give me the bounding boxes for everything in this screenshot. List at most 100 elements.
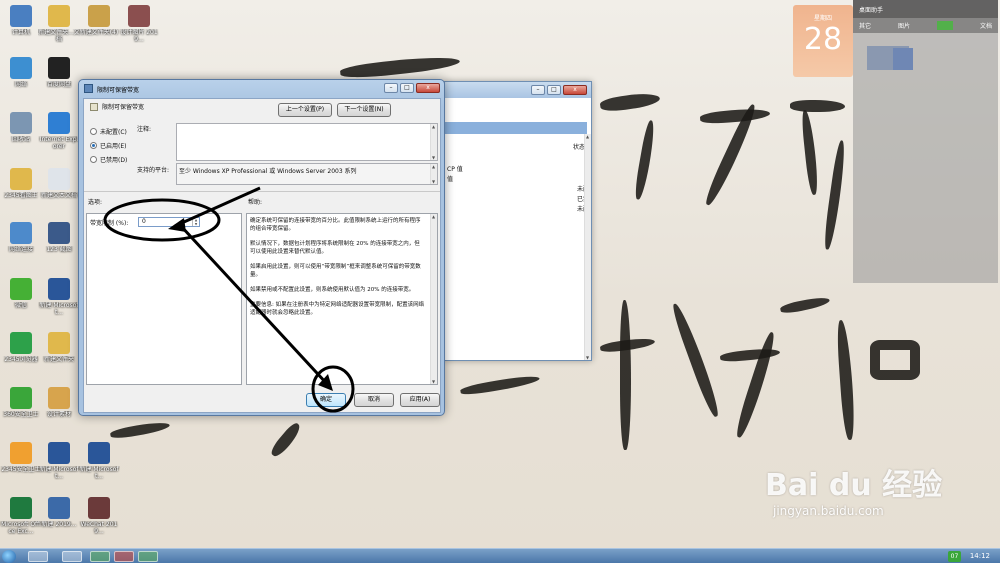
image-icon	[48, 222, 70, 244]
minimize-button[interactable]: –	[384, 83, 398, 93]
policy-icon	[84, 84, 93, 93]
background-window[interactable]: – □ x 状态 CP 值 值 未配 已禁 未配	[444, 81, 592, 361]
baidu-watermark: Bai du 经验 jingyan.baidu.com	[765, 460, 955, 540]
supported-platform-value: 至少 Windows XP Professional 或 Windows Ser…	[179, 168, 357, 175]
list-item[interactable]: 未配	[447, 184, 589, 194]
assistant-tab-active[interactable]	[937, 21, 953, 30]
supported-platform-field: 至少 Windows XP Professional 或 Windows Ser…	[176, 163, 438, 185]
desktop-icon[interactable]: 新建 Microsoft...	[38, 442, 80, 480]
minimize-button[interactable]: –	[531, 85, 545, 95]
assistant-tab-images[interactable]: 图片	[898, 21, 910, 30]
ok-button[interactable]: 确定	[306, 393, 346, 407]
radio-not-configured[interactable]: 未配置(C)	[90, 127, 127, 136]
apply-button[interactable]: 应用(A)	[400, 393, 440, 407]
desktop-icon[interactable]: 新建文本文档	[38, 168, 80, 206]
calligraphy-stroke	[870, 340, 920, 380]
maximize-button[interactable]: □	[547, 85, 561, 95]
desktop-icon-label: Microsoft Office Exc...	[1, 521, 41, 535]
list-item[interactable]: CP 值	[447, 164, 589, 174]
radio-circle-selected[interactable]	[90, 142, 97, 149]
desktop-icon[interactable]: WeChat 2019...	[78, 497, 120, 535]
help-paragraph: 如果禁用或不配置此设置，则系统使用默认值为 20% 的连接带宽。	[250, 287, 415, 293]
options-pane: 带宽限制 (%): 0 ▲ ▼	[86, 213, 242, 385]
start-button[interactable]	[2, 550, 16, 563]
folder-icon	[48, 5, 70, 27]
desktop-icon[interactable]: 新建 2019...	[38, 497, 80, 535]
taskbar-app-button[interactable]	[90, 551, 110, 562]
desktop-assistant-panel[interactable]: 桌面助手 其它 图片 文档	[853, 0, 998, 283]
desktop-icon[interactable]: 新建文件夹...文档	[38, 5, 80, 43]
assistant-thumbnail[interactable]	[893, 48, 913, 70]
desktop-icon[interactable]: 计算机	[0, 5, 42, 43]
word-icon	[48, 278, 70, 300]
desktop-icon[interactable]: Internet Explorer	[38, 112, 80, 150]
cancel-button[interactable]: 取消	[354, 393, 394, 407]
previous-setting-button[interactable]: 上一个设置(P)	[278, 103, 332, 117]
calligraphy-stroke	[459, 373, 541, 397]
desktop-icon-label: 2345看图王	[4, 192, 38, 199]
desktop-icon[interactable]: 新建 Microsoft...	[78, 442, 120, 480]
desktop-icon-label: 回收站	[11, 136, 30, 143]
list-item[interactable]: 已禁	[447, 194, 589, 204]
watermark-logo: Bai du 经验	[765, 468, 943, 503]
desktop-icon[interactable]: 设计图片 2019...	[118, 5, 160, 43]
tray-badge[interactable]: 07	[948, 551, 961, 562]
taskbar-app-button[interactable]	[62, 551, 82, 562]
radio-circle[interactable]	[90, 156, 97, 163]
bandwidth-limit-spinner[interactable]: 0 ▲ ▼	[138, 217, 200, 227]
spinner-arrows-icon[interactable]: ▲ ▼	[192, 218, 199, 226]
help-scrollbar[interactable]	[430, 214, 437, 384]
browser-icon	[10, 332, 32, 354]
calendar-day: 28	[803, 22, 843, 57]
calligraphy-stroke	[800, 109, 820, 196]
calendar-widget[interactable]: 星期四 28	[793, 5, 853, 77]
calligraphy-stroke	[733, 330, 779, 440]
desktop-icon[interactable]: 微信	[0, 278, 42, 316]
desktop-icon[interactable]: 网络连接	[0, 222, 42, 260]
radio-disabled[interactable]: 已禁用(D)	[90, 155, 127, 164]
help-paragraph: 如果启用此设置，则可以使用“带宽限制”框来调整系统可保留的带宽数量。	[250, 264, 421, 278]
maximize-button[interactable]: □	[400, 83, 414, 93]
background-window-scrollbar[interactable]	[584, 134, 591, 360]
assistant-tab-docs[interactable]: 文档	[980, 21, 992, 30]
comment-scrollbar[interactable]	[430, 124, 437, 160]
radio-circle[interactable]	[90, 128, 97, 135]
taskbar-app-button[interactable]	[138, 551, 158, 562]
desktop-icon[interactable]: 新建 Microsoft...	[38, 278, 80, 316]
desktop-icon[interactable]: 百度网盘	[38, 57, 80, 95]
desktop-icon[interactable]: 设计素材	[38, 387, 80, 425]
app-icon	[48, 57, 70, 79]
close-button[interactable]: x	[416, 83, 440, 93]
desktop-icon[interactable]: 2345浏览器	[0, 332, 42, 370]
desktop-icon[interactable]: 123 截图	[38, 222, 80, 260]
taskbar-app-button[interactable]	[28, 551, 48, 562]
watermark-url: jingyan.baidu.com	[773, 504, 884, 518]
calligraphy-stroke	[835, 319, 857, 441]
desktop-icon[interactable]: Microsoft Office Exc...	[0, 497, 42, 535]
radio-enabled[interactable]: 已启用(E)	[90, 141, 126, 150]
desktop-icon[interactable]: 新建文件夹(4)	[78, 5, 120, 43]
platform-scrollbar[interactable]	[430, 164, 437, 184]
desktop-icon-label: 2345安全卫士	[1, 466, 41, 473]
desktop-icon[interactable]: 360安全卫士	[0, 387, 42, 425]
desktop-icon[interactable]: 网络	[0, 57, 42, 95]
shield-icon	[10, 387, 32, 409]
comment-field[interactable]	[176, 123, 438, 161]
desktop-icon[interactable]: 新建文件夹	[38, 332, 80, 370]
list-item[interactable]: 值	[447, 174, 589, 184]
assistant-tab-other[interactable]: 其它	[859, 21, 871, 30]
calligraphy-stroke	[699, 106, 771, 126]
next-setting-button[interactable]: 下一个设置(N)	[337, 103, 391, 117]
calligraphy-stroke	[599, 90, 661, 114]
wechat-icon	[10, 278, 32, 300]
desktop-icon[interactable]: 2345看图王	[0, 168, 42, 206]
list-item[interactable]: 未配	[447, 204, 589, 214]
recycle-bin-icon	[10, 112, 32, 134]
taskbar-clock[interactable]: 14:12	[970, 552, 990, 560]
close-button[interactable]: x	[563, 85, 587, 95]
desktop-icon[interactable]: 回收站	[0, 112, 42, 150]
taskbar-app-button[interactable]	[114, 551, 134, 562]
setting-icon	[90, 102, 98, 111]
desktop-icon[interactable]: 2345安全卫士	[0, 442, 42, 480]
folder-icon	[88, 5, 110, 27]
